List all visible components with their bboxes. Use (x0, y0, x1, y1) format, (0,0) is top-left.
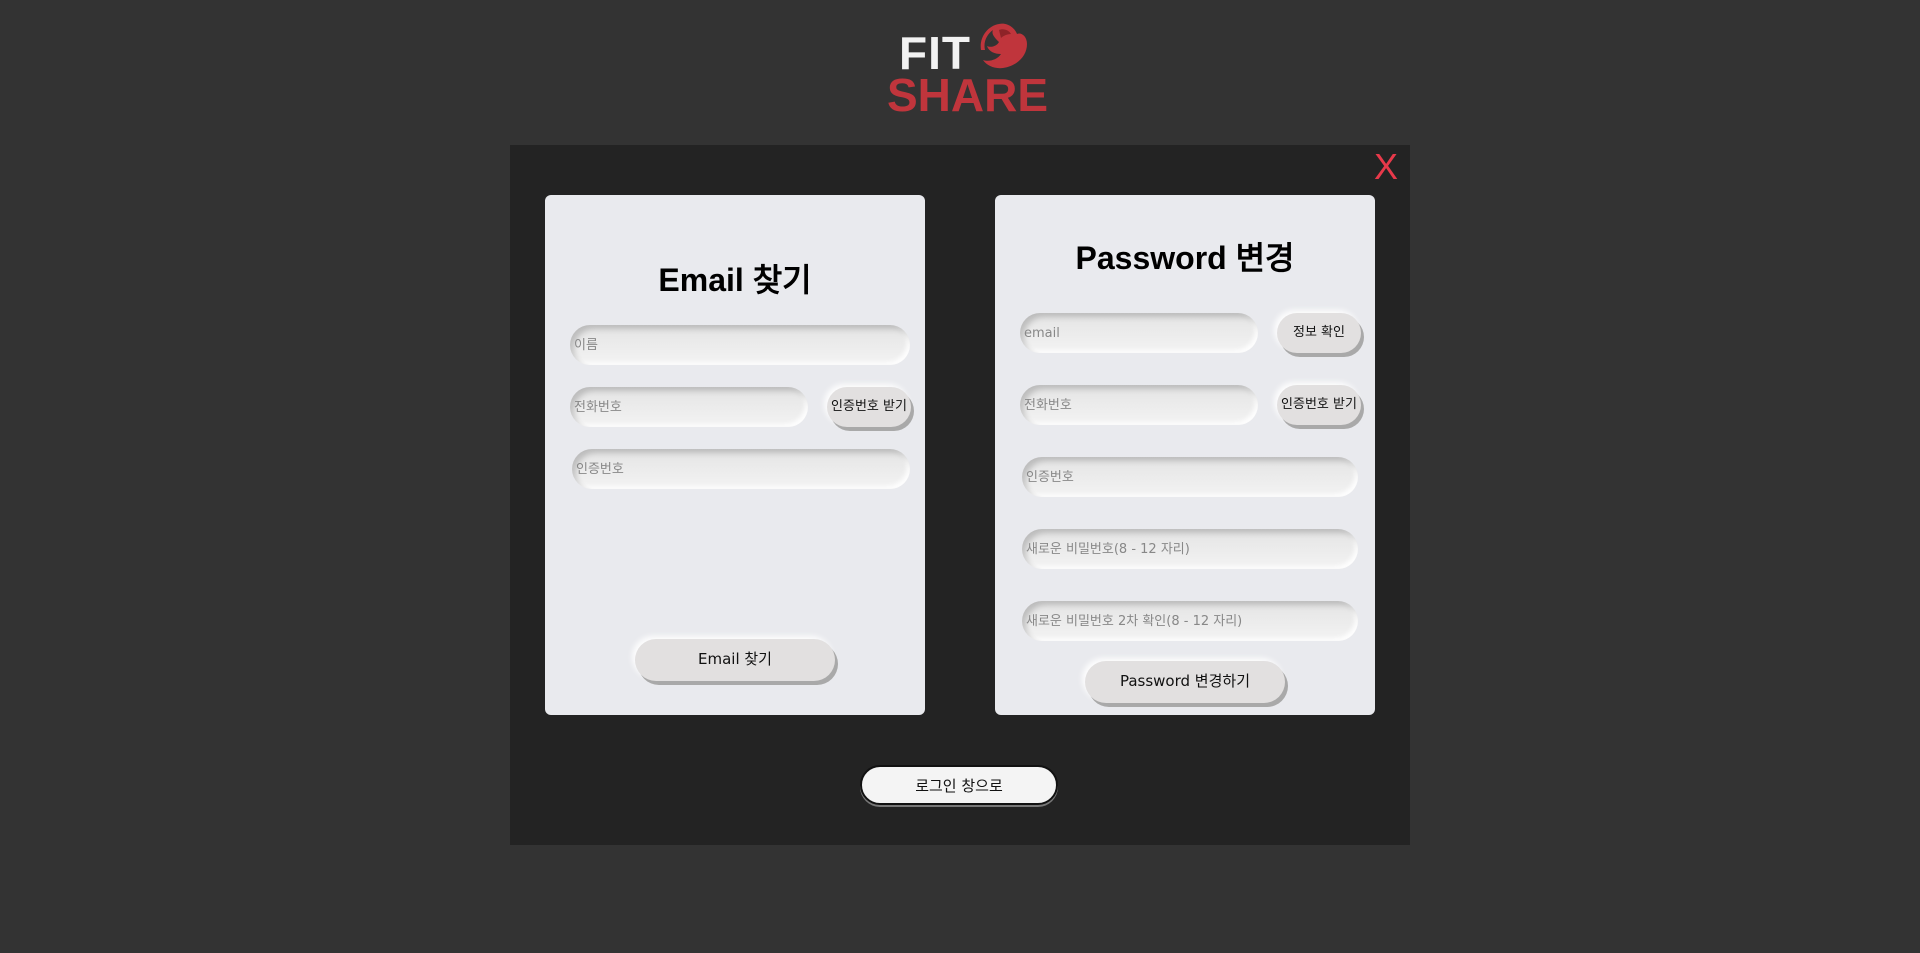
password-change-title: Password 변경 (1075, 240, 1295, 276)
account-recovery-modal: X Email 찾기 인증번호 받기 Email 찾기 Password 변경 … (510, 145, 1410, 845)
phone-input[interactable] (1020, 385, 1258, 425)
new-password-input[interactable] (1022, 529, 1358, 569)
request-code-button[interactable]: 인증번호 받기 (1277, 385, 1361, 425)
password-change-card: Password 변경 정보 확인 인증번호 받기 Password 변경하기 (995, 195, 1375, 715)
verification-code-input[interactable] (1022, 457, 1358, 497)
change-password-button[interactable]: Password 변경하기 (1085, 661, 1285, 703)
email-find-title: Email 찾기 (658, 262, 812, 298)
close-icon[interactable]: X (1374, 149, 1398, 185)
verification-code-input[interactable] (572, 449, 910, 489)
logo-text-share: SHARE (887, 69, 1049, 121)
request-code-button[interactable]: 인증번호 받기 (827, 387, 911, 427)
phone-input[interactable] (570, 387, 808, 427)
confirm-password-input[interactable] (1022, 601, 1358, 641)
name-input[interactable] (570, 325, 910, 365)
verify-info-button[interactable]: 정보 확인 (1277, 313, 1361, 353)
email-find-card: Email 찾기 인증번호 받기 Email 찾기 (545, 195, 925, 715)
fitshare-logo: FIT SHARE (885, 20, 1049, 121)
find-email-button[interactable]: Email 찾기 (635, 639, 835, 681)
email-input[interactable] (1020, 313, 1258, 353)
back-to-login-button[interactable]: 로그인 창으로 (860, 765, 1058, 805)
